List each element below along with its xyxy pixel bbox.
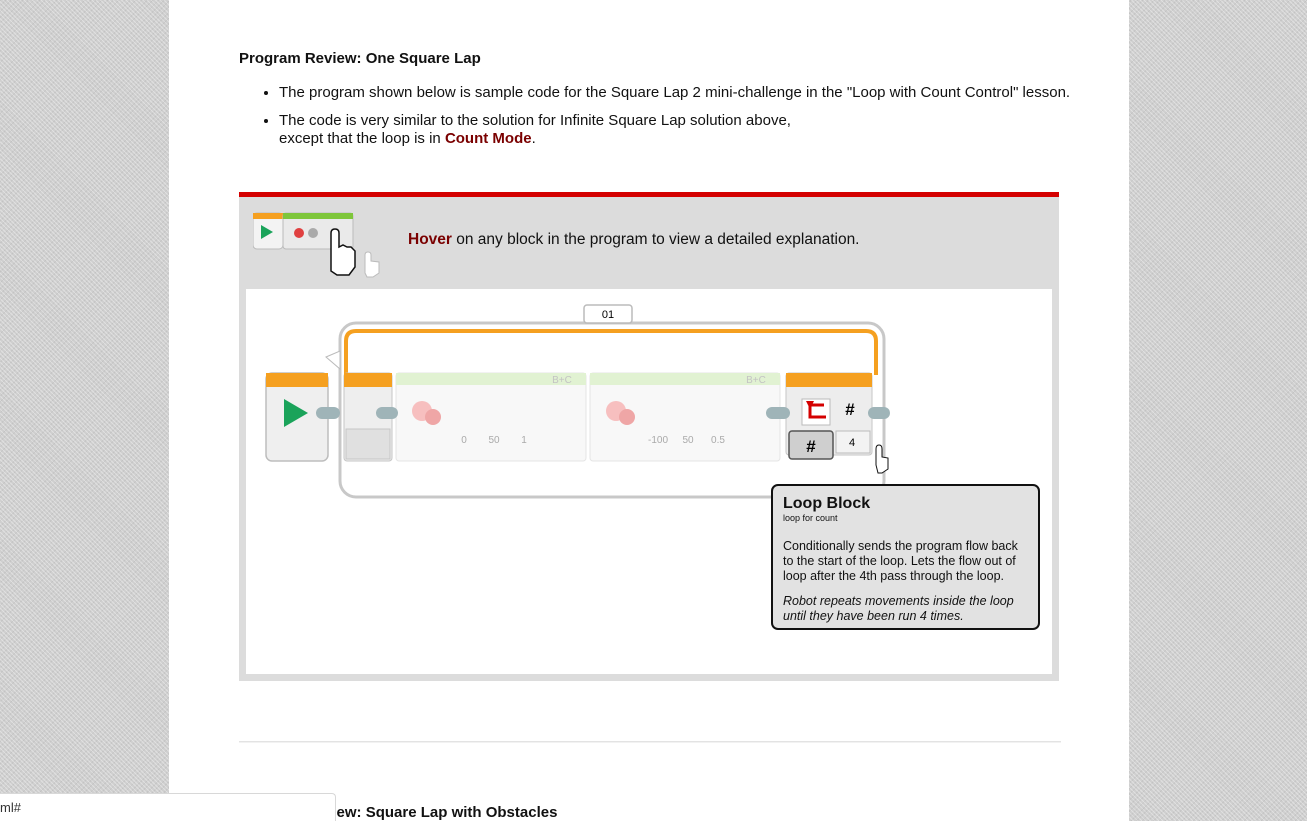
bullet-item: The program shown below is sample code f… xyxy=(279,84,1079,102)
block1-value-1: 0 xyxy=(461,435,467,446)
tooltip-note: Robot repeats movements inside the loop … xyxy=(783,594,1014,623)
count-mode-highlight: Count Mode xyxy=(444,130,532,147)
bullet-list: The program shown below is sample code f… xyxy=(239,84,1079,158)
pointer-hand-icon xyxy=(875,444,889,474)
block2-ports: B+C xyxy=(746,375,766,386)
loop-count-mode-icon: # xyxy=(806,437,816,456)
block2-value-3: 0.5 xyxy=(711,435,725,446)
block1-ports: B+C xyxy=(552,375,572,386)
loop-name-label: 01 xyxy=(602,309,614,321)
loop-count-value: 4 xyxy=(849,437,855,449)
block2-value-2: 50 xyxy=(682,435,694,446)
page-content: Program Review: One Square Lap The progr… xyxy=(169,0,1129,821)
tooltip-description: Conditionally sends the program flow bac… xyxy=(783,539,1018,583)
bullet-item: The code is very similar to the solution… xyxy=(279,112,839,148)
status-url-text: ml# xyxy=(0,800,21,815)
sequence-connector xyxy=(766,407,790,419)
move-steering-block-2[interactable]: B+C -100 50 0.5 xyxy=(589,372,781,462)
block1-value-3: 1 xyxy=(521,435,527,446)
program-canvas: 01 # # 4 B+C 0 50 1 B+C -100 50 0.5 Loop… xyxy=(246,289,1052,674)
loop-block-tooltip: Loop Block loop for count Conditionally … xyxy=(771,484,1040,630)
hover-hand-icon xyxy=(253,212,380,278)
program-review-box: Hover on any block in the program to vie… xyxy=(239,192,1059,681)
block1-value-2: 50 xyxy=(488,435,500,446)
loop-mode-symbol: # xyxy=(845,400,855,419)
tooltip-subtitle: loop for count xyxy=(783,513,838,523)
hover-instruction-text: on any block in the program to view a de… xyxy=(451,231,860,248)
section-divider xyxy=(239,741,1061,743)
sequence-connector xyxy=(376,407,398,419)
move-steering-block-1[interactable]: B+C 0 50 1 xyxy=(395,372,587,462)
block2-value-1: -100 xyxy=(648,435,668,446)
tooltip-title: Loop Block xyxy=(783,495,871,512)
hover-instruction: Hover on any block in the program to vie… xyxy=(408,231,860,249)
bullet-text: The program shown below is sample code f… xyxy=(279,84,1071,101)
bullet-end: . xyxy=(531,130,536,147)
start-block[interactable] xyxy=(265,372,340,462)
sequence-connector xyxy=(868,407,890,419)
status-bar-url: ml# xyxy=(0,793,336,821)
section-title: Program Review: One Square Lap xyxy=(239,50,481,67)
hover-keyword: Hover xyxy=(408,231,452,248)
